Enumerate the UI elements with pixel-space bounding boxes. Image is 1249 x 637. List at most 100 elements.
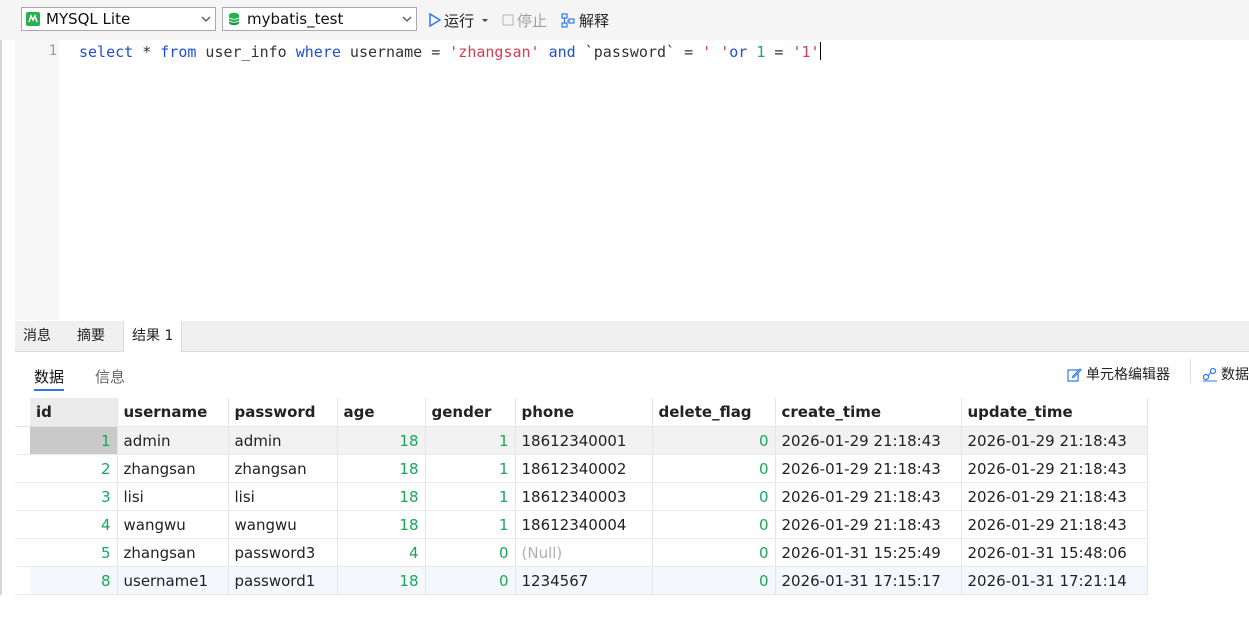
cell-delete-flag[interactable]: 0	[652, 482, 776, 511]
cell-age[interactable]: 18	[337, 482, 426, 511]
cell-age[interactable]: 18	[337, 454, 426, 483]
table-row[interactable]: 1 admin admin 18 1 18612340001 0 2026-01-29 21:…	[15, 426, 1148, 455]
cell-id[interactable]: 5	[30, 538, 118, 567]
column-header-phone[interactable]: phone	[515, 398, 653, 427]
cell-username[interactable]: lisi	[117, 482, 229, 511]
sql-editor[interactable]: 1 select * from user_info where username…	[15, 40, 1249, 320]
column-header-id[interactable]: id	[30, 398, 118, 427]
table-row[interactable]: 5 zhangsan password3 4 0 (Null) 0 2026-01-31 15…	[15, 538, 1148, 567]
cell-phone[interactable]: 1234567	[515, 566, 653, 595]
table-row[interactable]: 3 lisi lisi 18 1 18612340003 0 2026-01-29 21:18…	[15, 482, 1148, 511]
row-header-corner	[15, 398, 30, 427]
cell-username[interactable]: zhangsan	[117, 454, 229, 483]
cell-create-time[interactable]: 2026-01-31 17:15:17	[775, 566, 962, 595]
explain-icon	[561, 12, 575, 28]
row-header[interactable]	[15, 538, 30, 567]
data-view-button[interactable]: 数据	[1202, 364, 1249, 384]
cell-update-time[interactable]: 2026-01-29 21:18:43	[961, 426, 1148, 455]
chevron-down-icon	[201, 16, 211, 22]
cell-username[interactable]: wangwu	[117, 510, 229, 539]
sql-code-line[interactable]: select * from user_info where username =…	[79, 42, 821, 62]
tab-messages[interactable]: 消息	[15, 321, 59, 351]
connection-select[interactable]: MYSQL Lite	[21, 7, 216, 31]
cell-age[interactable]: 18	[337, 510, 426, 539]
cell-id[interactable]: 2	[30, 454, 118, 483]
cell-gender[interactable]: 0	[425, 566, 516, 595]
tab-result-1[interactable]: 结果 1	[123, 321, 183, 352]
column-header-password[interactable]: password	[228, 398, 338, 427]
cell-editor-button[interactable]: 单元格编辑器	[1067, 364, 1170, 384]
cell-create-time[interactable]: 2026-01-29 21:18:43	[775, 510, 962, 539]
cell-username[interactable]: admin	[117, 426, 229, 455]
cell-username[interactable]: username1	[117, 566, 229, 595]
row-header[interactable]	[15, 566, 30, 595]
cell-gender[interactable]: 1	[425, 510, 516, 539]
line-gutter: 1	[15, 40, 59, 320]
cell-id[interactable]: 1	[30, 426, 118, 455]
cell-update-time[interactable]: 2026-01-29 21:18:43	[961, 454, 1148, 483]
cell-create-time[interactable]: 2026-01-31 15:25:49	[775, 538, 962, 567]
cell-password[interactable]: lisi	[228, 482, 338, 511]
result-grid: id username password age gender phone de…	[15, 398, 1148, 595]
cell-password[interactable]: password1	[228, 566, 338, 595]
cell-age[interactable]: 4	[337, 538, 426, 567]
column-header-create-time[interactable]: create_time	[775, 398, 962, 427]
tab-summary[interactable]: 摘要	[69, 321, 113, 351]
cell-password[interactable]: admin	[228, 426, 338, 455]
cell-phone[interactable]: 18612340004	[515, 510, 653, 539]
cell-id[interactable]: 4	[30, 510, 118, 539]
line-number: 1	[48, 43, 57, 59]
cell-age[interactable]: 18	[337, 426, 426, 455]
database-select[interactable]: mybatis_test	[222, 7, 417, 31]
cell-phone[interactable]: 18612340003	[515, 482, 653, 511]
cell-editor-label: 单元格编辑器	[1086, 367, 1170, 383]
row-header[interactable]	[15, 482, 30, 511]
subtab-info[interactable]: 信息	[95, 366, 125, 387]
cell-create-time[interactable]: 2026-01-29 21:18:43	[775, 454, 962, 483]
cell-gender[interactable]: 0	[425, 538, 516, 567]
play-icon	[429, 13, 441, 27]
cell-gender[interactable]: 1	[425, 454, 516, 483]
row-header[interactable]	[15, 454, 30, 483]
run-button[interactable]: 运行	[428, 10, 493, 30]
cell-delete-flag[interactable]: 0	[652, 454, 776, 483]
column-header-username[interactable]: username	[117, 398, 229, 427]
subtab-data[interactable]: 数据	[34, 366, 65, 391]
cell-update-time[interactable]: 2026-01-31 15:48:06	[961, 538, 1148, 567]
cell-create-time[interactable]: 2026-01-29 21:18:43	[775, 482, 962, 511]
row-header[interactable]	[15, 510, 30, 539]
stop-button[interactable]: 停止	[502, 10, 547, 30]
cell-delete-flag[interactable]: 0	[652, 566, 776, 595]
cell-delete-flag[interactable]: 0	[652, 538, 776, 567]
cell-gender[interactable]: 1	[425, 426, 516, 455]
cell-password[interactable]: password3	[228, 538, 338, 567]
column-header-gender[interactable]: gender	[425, 398, 516, 427]
cell-delete-flag[interactable]: 0	[652, 426, 776, 455]
column-header-update-time[interactable]: update_time	[961, 398, 1148, 427]
table-row[interactable]: 2 zhangsan zhangsan 18 1 18612340002 0 2026-01-…	[15, 454, 1148, 483]
cell-gender[interactable]: 1	[425, 482, 516, 511]
cell-update-time[interactable]: 2026-01-31 17:21:14	[961, 566, 1148, 595]
cell-update-time[interactable]: 2026-01-29 21:18:43	[961, 482, 1148, 511]
caret-down-icon[interactable]	[480, 15, 490, 25]
cell-phone[interactable]: 18612340002	[515, 454, 653, 483]
cell-age[interactable]: 18	[337, 566, 426, 595]
cell-phone[interactable]: 18612340001	[515, 426, 653, 455]
explain-button[interactable]: 解释	[561, 10, 609, 30]
cell-delete-flag[interactable]: 0	[652, 510, 776, 539]
cell-update-time[interactable]: 2026-01-29 21:18:43	[961, 510, 1148, 539]
cell-password[interactable]: zhangsan	[228, 454, 338, 483]
column-header-delete-flag[interactable]: delete_flag	[652, 398, 776, 427]
sql-token: ' '	[702, 43, 730, 61]
cell-password[interactable]: wangwu	[228, 510, 338, 539]
cell-phone[interactable]: (Null)	[515, 538, 653, 567]
column-header-age[interactable]: age	[337, 398, 426, 427]
row-header[interactable]	[15, 426, 30, 455]
cell-create-time[interactable]: 2026-01-29 21:18:43	[775, 426, 962, 455]
cell-id[interactable]: 3	[30, 482, 118, 511]
cell-username[interactable]: zhangsan	[117, 538, 229, 567]
cell-id[interactable]: 8	[30, 566, 118, 595]
table-row[interactable]: 8 username1 password1 18 0 1234567 0 2026-01-31…	[15, 566, 1148, 595]
table-row[interactable]: 4 wangwu wangwu 18 1 18612340004 0 2026-01-29 2…	[15, 510, 1148, 539]
